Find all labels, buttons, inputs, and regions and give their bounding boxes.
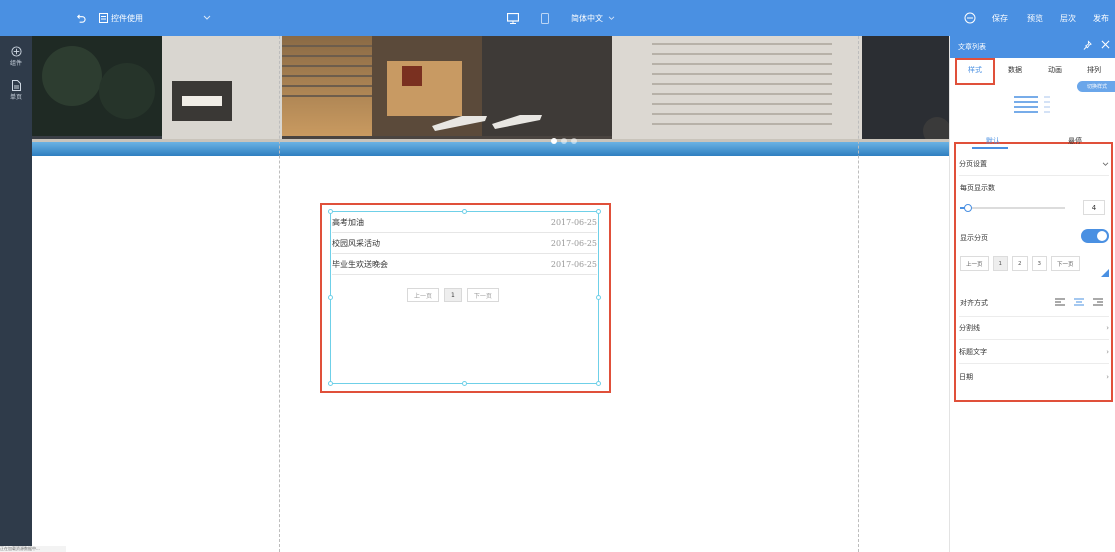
list-item[interactable]: 校园风采活动 2017-06-25 [332, 233, 597, 254]
plus-circle-icon [10, 46, 22, 57]
chevron-down-icon [1102, 162, 1109, 166]
pager-style-preview[interactable]: 上一页 1 2 3 下一页 [960, 256, 1080, 271]
article-date: 2017-06-25 [550, 238, 597, 248]
resize-handle[interactable] [596, 295, 601, 300]
pager-p1-preview[interactable]: 1 [992, 256, 1009, 271]
list-style-thumbnail[interactable] [1012, 94, 1052, 116]
language-select[interactable]: 简体中文 [571, 0, 615, 36]
panel-title: 文章列表 [958, 43, 986, 51]
list-item[interactable]: 毕业生欢送晚会 2017-06-25 [332, 254, 597, 275]
tab-data[interactable]: 数据 [1008, 65, 1022, 75]
align-center-icon[interactable] [1074, 298, 1084, 307]
pager-p3-preview[interactable]: 3 [1031, 256, 1048, 271]
resize-handle[interactable] [596, 381, 601, 386]
pagination-section-header[interactable]: 分页设置 [959, 153, 1109, 176]
properties-panel: 文章列表 样式 数据 动画 排列 切换样式 默认 悬停 分页设置 每页显示数 4 [949, 36, 1115, 552]
page-1-button[interactable]: 1 [444, 288, 462, 302]
single-page-label: 单页 [9, 94, 22, 101]
undo-icon[interactable] [75, 0, 86, 36]
tab-animation[interactable]: 动画 [1048, 65, 1062, 75]
preview-button[interactable]: 预览 [1027, 0, 1043, 36]
save-button[interactable]: 保存 [992, 0, 1008, 36]
chevron-down-icon [608, 16, 615, 20]
widget-menu-button[interactable]: 控件使用 [99, 0, 143, 36]
resize-handle[interactable] [328, 295, 333, 300]
content-guide-left [279, 36, 280, 552]
single-page-button[interactable]: 单页 [0, 80, 32, 101]
switch-style-button[interactable]: 切换样式 [1077, 81, 1115, 92]
tab-arrange[interactable]: 排列 [1087, 65, 1101, 75]
chevron-right-icon: › [1106, 324, 1109, 332]
panel-header: 文章列表 [950, 36, 1115, 58]
pin-icon[interactable] [1083, 40, 1092, 50]
carousel-dot[interactable] [571, 138, 577, 144]
prev-page-button[interactable]: 上一页 [407, 288, 440, 302]
per-page-slider[interactable] [960, 204, 1065, 212]
article-title[interactable]: 高考加油 [332, 217, 364, 228]
tab-hover[interactable]: 悬停 [1068, 136, 1082, 146]
layers-button[interactable]: 层次 [1060, 0, 1076, 36]
align-options [1055, 298, 1103, 307]
divider-section[interactable]: 分割线 › [959, 317, 1109, 340]
carousel-dot[interactable] [551, 138, 557, 144]
per-page-input[interactable]: 4 [1083, 200, 1105, 215]
content-guide-right [858, 36, 859, 552]
list-item[interactable]: 高考加油 2017-06-25 [332, 212, 597, 233]
align-left-icon[interactable] [1055, 298, 1065, 307]
carousel-dots[interactable] [551, 138, 577, 144]
article-title[interactable]: 校园风采活动 [332, 238, 380, 249]
chevron-down-icon[interactable] [203, 0, 211, 36]
show-pager-toggle[interactable] [1081, 229, 1109, 243]
hero-banner-image[interactable] [32, 36, 949, 156]
page-icon [11, 80, 21, 91]
close-icon[interactable] [1101, 40, 1110, 49]
document-icon [99, 13, 108, 23]
pager-next-preview[interactable]: 下一页 [1051, 256, 1080, 271]
article-date: 2017-06-25 [550, 259, 597, 269]
date-section[interactable]: 日期 › [959, 365, 1109, 388]
tab-default[interactable]: 默认 [986, 136, 1000, 146]
pager-p2-preview[interactable]: 2 [1012, 256, 1028, 271]
publish-button[interactable]: 发布 [1093, 0, 1109, 36]
widget-menu-label: 控件使用 [111, 13, 143, 23]
top-toolbar: 控件使用 简体中文 保存 预览 层次 发布 [0, 0, 1115, 36]
slider-knob[interactable] [964, 204, 972, 212]
article-title[interactable]: 毕业生欢送晚会 [332, 259, 388, 270]
design-canvas[interactable]: 高考加油 2017-06-25 校园风采活动 2017-06-25 毕业生欢送晚… [32, 36, 949, 552]
per-page-label: 每页显示数 [960, 184, 995, 192]
title-text-section[interactable]: 标题文字 › [959, 341, 1109, 364]
pager-prev-preview[interactable]: 上一页 [960, 256, 989, 271]
resize-handle[interactable] [462, 381, 467, 386]
chevron-right-icon: › [1106, 372, 1109, 381]
chevron-right-icon: › [1106, 348, 1109, 356]
selected-corner-mark [1101, 269, 1109, 277]
article-date: 2017-06-25 [550, 217, 597, 227]
resize-handle[interactable] [328, 381, 333, 386]
align-right-icon[interactable] [1093, 298, 1103, 307]
desktop-view-icon[interactable] [507, 0, 519, 36]
components-button[interactable]: 组件 [0, 46, 32, 67]
carousel-dot[interactable] [561, 138, 567, 144]
mobile-view-icon[interactable] [541, 0, 549, 36]
left-rail: 组件 单页 [0, 36, 32, 552]
components-label: 组件 [9, 60, 22, 67]
loading-status: 正在加载资源数据中... [0, 546, 66, 552]
show-pager-label: 显示分页 [960, 234, 988, 242]
next-page-button[interactable]: 下一页 [466, 288, 499, 302]
zoom-out-icon[interactable] [964, 0, 976, 36]
active-tab-underline [972, 147, 1008, 149]
article-pager: 上一页 1 下一页 [407, 288, 499, 302]
language-label: 简体中文 [571, 13, 603, 23]
style-tab-highlight [955, 58, 995, 85]
align-label: 对齐方式 [960, 299, 988, 307]
